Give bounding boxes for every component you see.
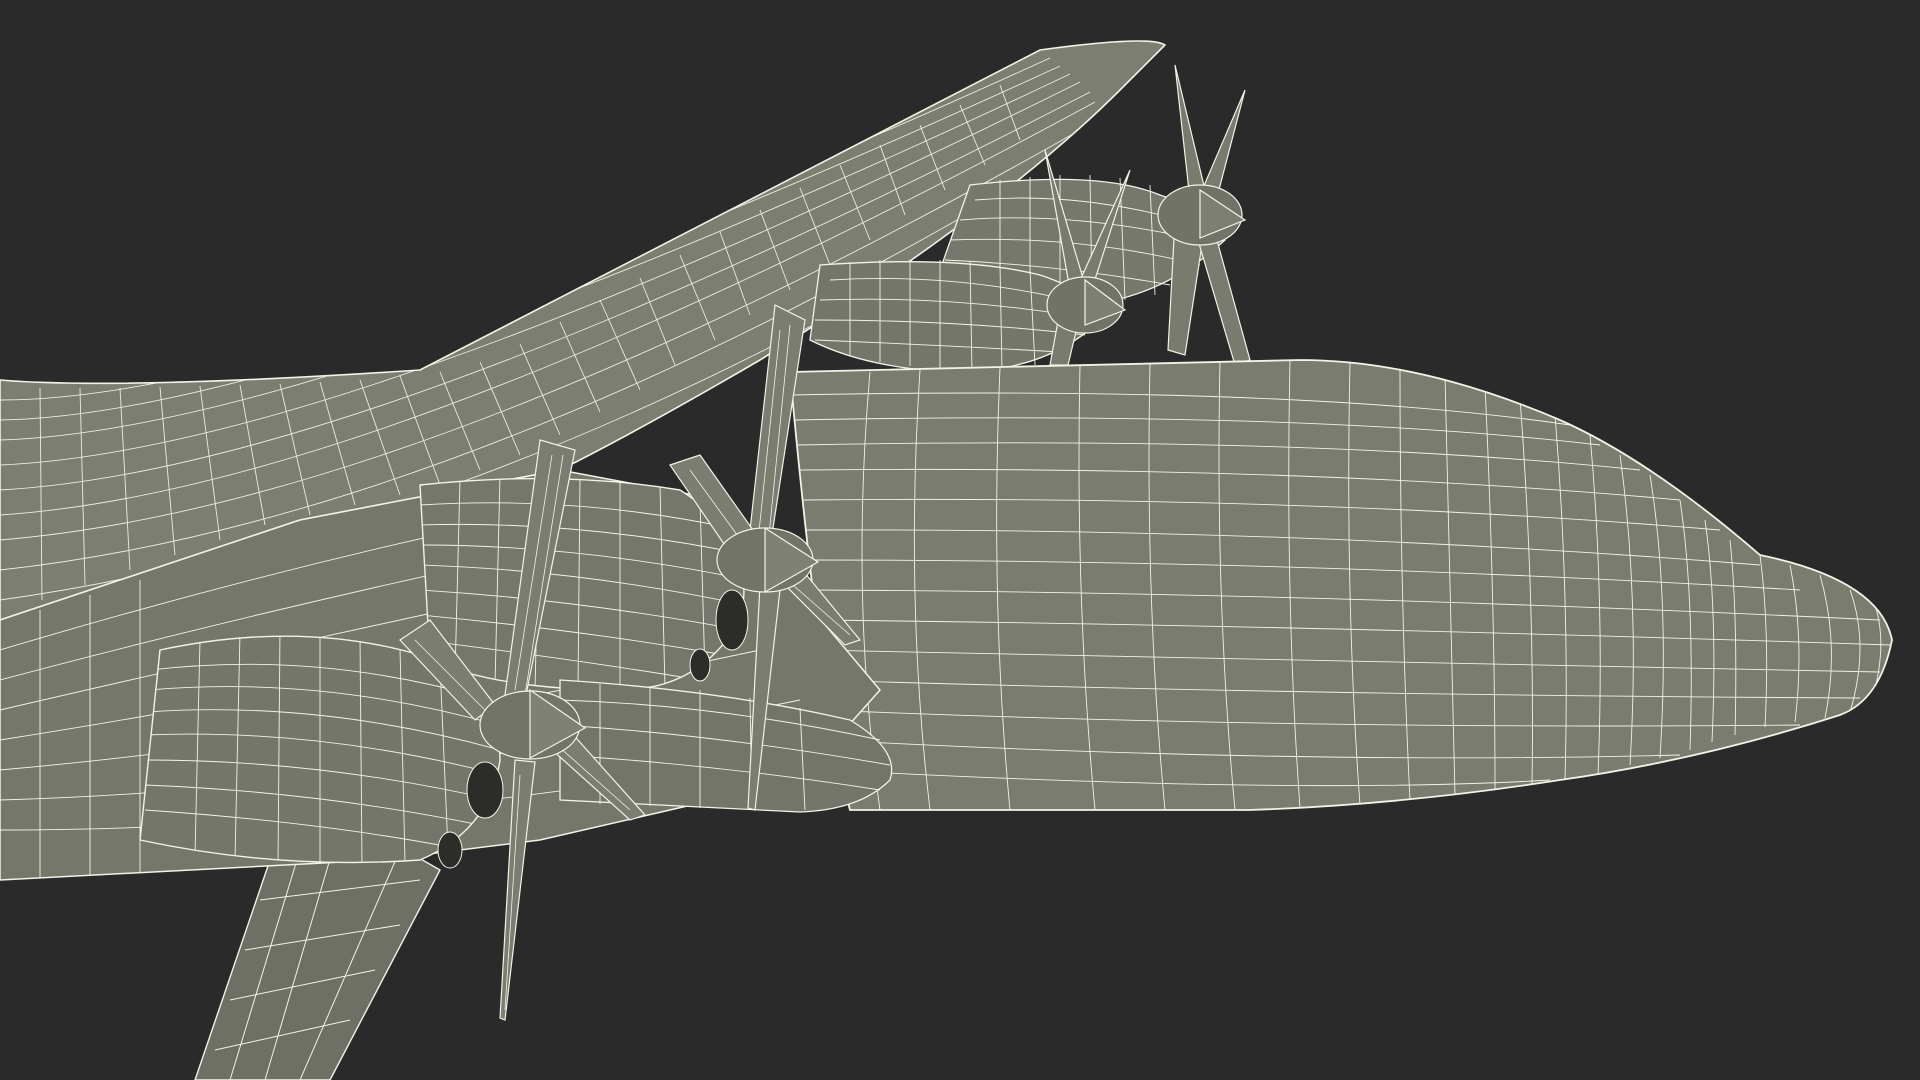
fuselage — [789, 359, 1893, 811]
far-propeller-outer — [1157, 64, 1251, 366]
wireframe-aircraft-render — [0, 40, 1893, 1080]
render-viewport — [0, 0, 1920, 1080]
